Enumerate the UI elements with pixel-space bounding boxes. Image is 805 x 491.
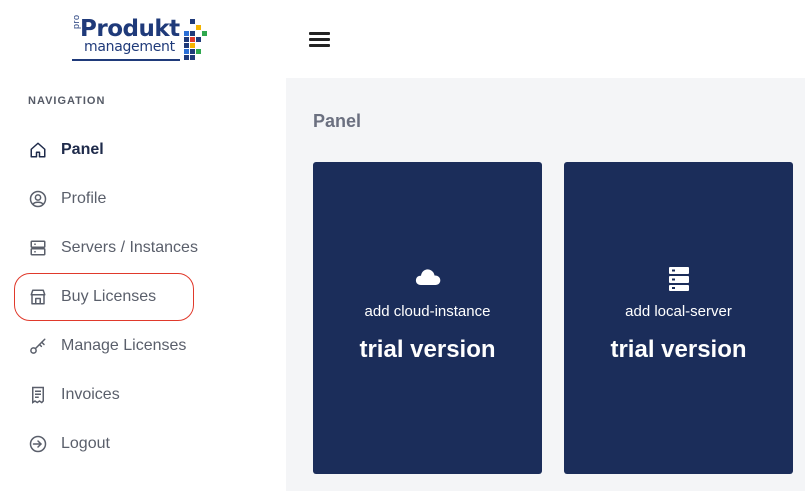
card-title: trial version xyxy=(359,336,496,363)
produktmanagement-logo[interactable]: pro Produkt management xyxy=(71,14,211,67)
sidebar: pro Produkt management NAVIGATION Panel … xyxy=(0,0,286,491)
logo-word-management: management xyxy=(84,39,175,55)
home-icon xyxy=(28,140,48,160)
sidebar-item-profile[interactable]: Profile xyxy=(28,184,106,214)
sidebar-item-invoices[interactable]: Invoices xyxy=(28,380,120,410)
sidebar-item-label: Logout xyxy=(61,435,110,452)
store-icon xyxy=(28,287,48,307)
sidebar-item-label: Invoices xyxy=(61,386,120,403)
sidebar-item-buy-licenses[interactable]: Buy Licenses xyxy=(28,282,156,312)
hamburger-icon[interactable] xyxy=(309,30,331,48)
sidebar-item-label: Panel xyxy=(61,141,104,158)
cloud-icon xyxy=(313,266,542,294)
sidebar-item-label: Manage Licenses xyxy=(61,337,187,354)
logo-blocks-icon xyxy=(181,19,211,65)
sidebar-item-panel[interactable]: Panel xyxy=(28,135,104,165)
sidebar-item-manage-licenses[interactable]: Manage Licenses xyxy=(28,331,186,361)
sidebar-item-label: Profile xyxy=(61,190,107,207)
card-title: trial version xyxy=(610,336,747,363)
card-subtitle: add local-server xyxy=(625,303,732,320)
card-subtitle: add cloud-instance xyxy=(364,303,491,320)
navigation-heading: NAVIGATION xyxy=(28,95,106,107)
add-local-server-card[interactable]: add local-server trial version xyxy=(564,162,793,474)
server-icon xyxy=(28,238,48,258)
page-title: Panel xyxy=(313,111,362,131)
invoice-icon xyxy=(28,385,48,405)
sidebar-item-label: Servers / Instances xyxy=(61,239,198,256)
sidebar-item-servers[interactable]: Servers / Instances xyxy=(28,233,198,263)
topbar xyxy=(286,0,805,78)
sidebar-item-logout[interactable]: Logout xyxy=(28,429,110,459)
user-circle-icon xyxy=(28,189,48,209)
key-icon xyxy=(28,336,48,356)
logout-icon xyxy=(28,434,48,454)
logo-underline xyxy=(72,59,180,61)
add-cloud-instance-card[interactable]: add cloud-instance trial version xyxy=(313,162,542,474)
sidebar-item-label: Buy Licenses xyxy=(61,288,157,305)
server-stack-icon xyxy=(564,266,793,294)
